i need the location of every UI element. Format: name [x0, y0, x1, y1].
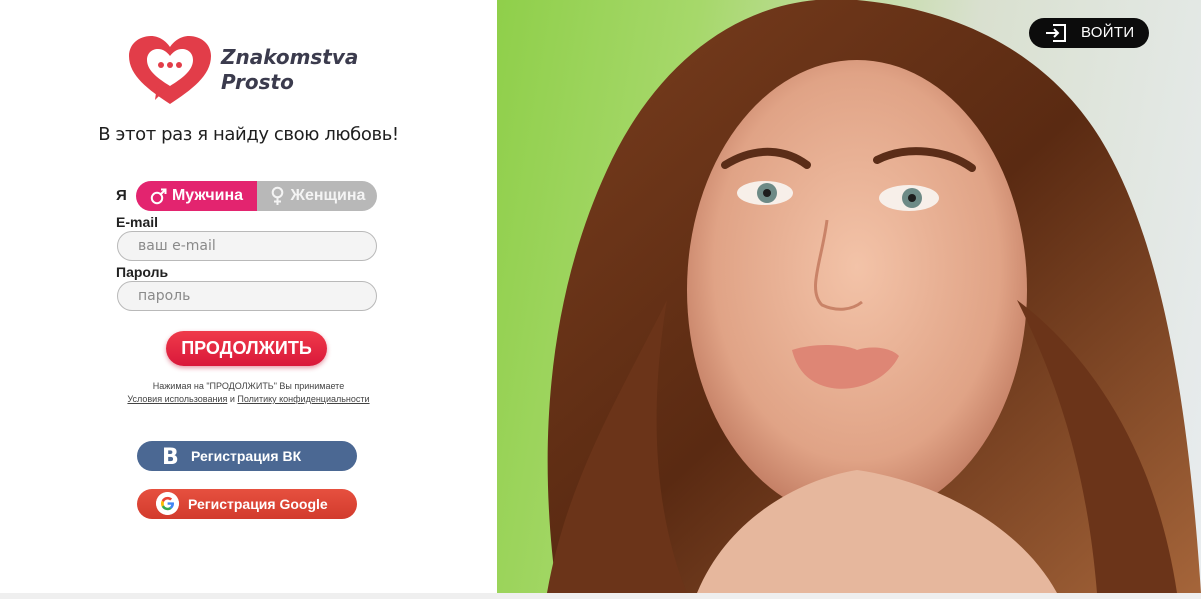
- terms-notice: Нажимая на "ПРОДОЛЖИТЬ" Вы принимаете Ус…: [0, 380, 497, 406]
- female-symbol-icon: [271, 186, 283, 205]
- continue-button[interactable]: ПРОДОЛЖИТЬ: [166, 331, 327, 366]
- terms-and: и: [229, 394, 235, 404]
- woman-portrait-image: [547, 0, 1201, 593]
- logo-line-1: Znakomstva: [221, 45, 359, 69]
- gender-selector: Я Мужчина Женщина: [116, 181, 378, 211]
- password-field[interactable]: [117, 281, 377, 311]
- logo-wordmark: Znakomstva Prosto: [221, 45, 358, 95]
- heart-chat-logo-icon: [129, 36, 211, 104]
- login-label: ВОЙТИ: [1081, 24, 1135, 41]
- gender-male-label: Мужчина: [171, 187, 244, 204]
- google-register-button[interactable]: Регистрация Google: [137, 489, 357, 519]
- tagline: В этот раз я найду свою любовь!: [98, 124, 399, 145]
- gender-prefix-label: Я: [116, 187, 127, 204]
- registration-panel: Znakomstva Prosto В этот раз я найду сво…: [0, 0, 497, 593]
- email-label: E-mail: [116, 214, 159, 230]
- gender-female-button[interactable]: Женщина: [257, 181, 377, 211]
- site-logo[interactable]: Znakomstva Prosto: [127, 34, 377, 108]
- gender-female-label: Женщина: [290, 187, 366, 204]
- vk-register-button[interactable]: В Регистрация ВК: [137, 441, 357, 471]
- google-icon: [156, 492, 179, 515]
- sign-in-icon: [1046, 24, 1066, 42]
- terms-links-line: Условия использования и Политику конфиде…: [0, 393, 497, 406]
- email-field[interactable]: [117, 231, 377, 261]
- hero-photo: [497, 0, 1201, 593]
- privacy-policy-link[interactable]: Политику конфиденциальности: [237, 394, 369, 404]
- login-button[interactable]: ВОЙТИ: [1029, 18, 1149, 48]
- gender-toggle: Мужчина Женщина: [136, 181, 377, 211]
- male-symbol-icon: [150, 188, 167, 205]
- vk-register-label: Регистрация ВК: [191, 448, 302, 464]
- password-label: Пароль: [116, 264, 169, 280]
- google-register-label: Регистрация Google: [188, 496, 328, 512]
- page-bottom-strip: [0, 593, 1201, 599]
- terms-of-use-link[interactable]: Условия использования: [127, 394, 227, 404]
- logo-line-2: Prosto: [221, 70, 294, 94]
- terms-prefix: Нажимая на "ПРОДОЛЖИТЬ" Вы принимаете: [152, 381, 345, 391]
- vk-icon: В: [162, 445, 179, 470]
- gender-male-button[interactable]: Мужчина: [136, 181, 257, 211]
